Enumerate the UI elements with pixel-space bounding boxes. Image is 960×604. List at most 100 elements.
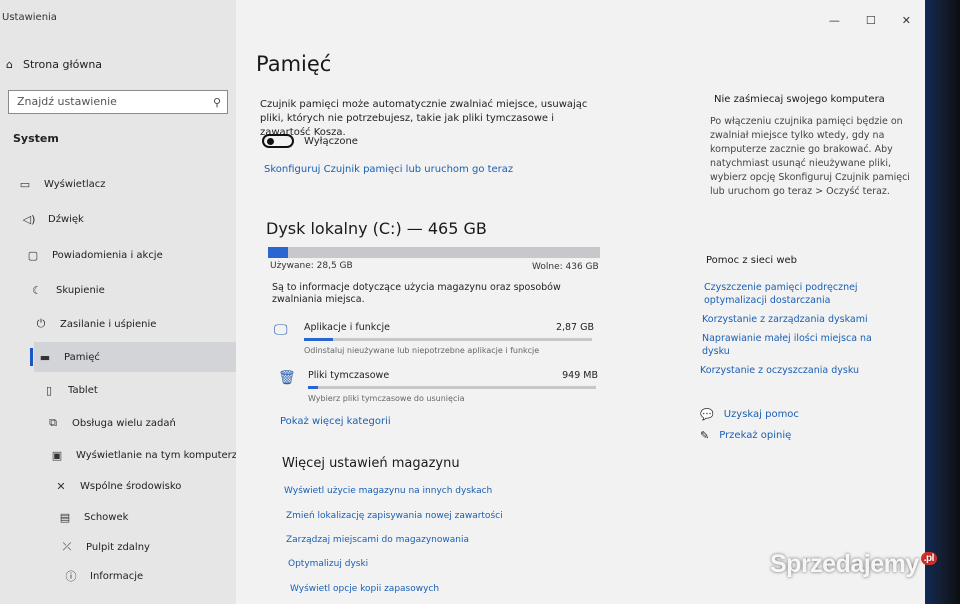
sidebar-item-label: Zasilanie i uśpienie xyxy=(60,318,157,330)
sidebar-item-label: Obsługa wielu zadań xyxy=(72,417,176,429)
page-title: Pamięć xyxy=(256,52,332,76)
clipboard-icon: ▤ xyxy=(59,510,71,524)
monitor-icon: ▭ xyxy=(19,177,31,191)
sidebar-item-power[interactable]: ⏻ Zasilanie i uśpienie xyxy=(34,309,157,339)
storage-sense-description: Czujnik pamięci może automatycznie zwaln… xyxy=(260,99,588,138)
sidebar-item-shared-experiences[interactable]: ✕ Wspólne środowisko xyxy=(54,471,181,501)
tablet-icon: ▯ xyxy=(45,383,53,397)
category-bar-fill xyxy=(304,338,333,341)
more-storage-settings-heading: Więcej ustawień magazynu xyxy=(282,456,460,471)
sidebar-item-label: Tablet xyxy=(68,384,98,396)
more-link-save-location[interactable]: Zmień lokalizację zapisywania nowej zawa… xyxy=(286,511,503,521)
notification-icon: ▢ xyxy=(27,248,39,262)
multitask-icon: ⧉ xyxy=(49,416,57,429)
disk-info-text: Są to informacje dotyczące użycia magazy… xyxy=(272,282,561,305)
home-label: Strona główna xyxy=(22,58,103,71)
category-bar xyxy=(308,386,596,389)
toggle-state-label: Wyłączone xyxy=(304,136,358,147)
configure-storage-sense-link[interactable]: Skonfiguruj Czujnik pamięci lub uruchom … xyxy=(264,164,513,175)
moon-icon: ☾ xyxy=(32,283,42,297)
disk-usage-fill xyxy=(268,247,289,258)
feedback-link[interactable]: ✎ Przekaż opinię xyxy=(700,429,791,442)
category-bar-fill xyxy=(308,386,319,389)
sidebar-item-label: Informacje xyxy=(90,570,144,582)
sidebar-item-label: Wspólne środowisko xyxy=(80,480,182,492)
sidebar-item-label: Pulpit zdalny xyxy=(86,541,150,553)
category-subtext: Odinstaluj nieużywane lub niepotrzebne a… xyxy=(304,346,540,355)
project-icon: ▣ xyxy=(51,448,63,462)
disk-usage-bar xyxy=(268,247,600,258)
home-link[interactable]: ⌂ Strona główna xyxy=(6,58,102,71)
category-size: 2,87 GB xyxy=(555,322,594,333)
feedback-icon: ✎ xyxy=(700,429,710,442)
feedback-label: Przekaż opinię xyxy=(719,430,792,441)
more-link-optimize-drives[interactable]: Optymalizuj dyski xyxy=(288,559,368,569)
get-help-label: Uzyskaj pomoc xyxy=(723,409,799,420)
sidebar: Ustawienia ⌂ Strona główna Znajdź ustawi… xyxy=(0,0,243,604)
sidebar-item-label: Pamięć xyxy=(64,351,100,363)
watermark: Sprzedajemy .pl xyxy=(770,550,937,579)
shared-icon: ✕ xyxy=(56,479,66,493)
search-input[interactable]: Znajdź ustawienie ⚲ xyxy=(8,90,228,114)
storage-sense-toggle[interactable] xyxy=(262,134,294,148)
close-icon[interactable]: ✕ xyxy=(902,14,911,27)
get-help-link[interactable]: 💬 Uzyskaj pomoc xyxy=(700,408,799,421)
sidebar-item-label: Wyświetlacz xyxy=(44,178,106,190)
category-name: Pliki tymczasowe xyxy=(308,370,390,381)
watermark-text: Sprzedajemy xyxy=(770,550,919,578)
web-link-disk-cleanup[interactable]: Korzystanie z oczyszczania dysku xyxy=(700,364,900,377)
monitor-bezel xyxy=(925,0,960,604)
more-link-other-drives[interactable]: Wyświetl użycie magazynu na innych dyska… xyxy=(284,486,492,496)
sidebar-item-display[interactable]: ▭ Wyświetlacz xyxy=(18,169,106,199)
web-help-title: Pomoc z sieci web xyxy=(706,255,798,266)
speaker-icon: ◁) xyxy=(22,212,36,226)
sidebar-item-label: Schowek xyxy=(84,511,129,523)
trash-icon: 🗑 xyxy=(278,370,296,386)
power-icon: ⏻ xyxy=(36,317,46,330)
sidebar-item-label: Dźwięk xyxy=(48,213,84,225)
web-link-delivery-cache[interactable]: Czyszczenie pamięci podręcznej optymaliz… xyxy=(704,281,874,307)
sidebar-item-label: Skupienie xyxy=(56,284,105,296)
disk-used-label: Używane: 28,5 GB xyxy=(270,261,353,271)
section-heading-system: System xyxy=(13,132,59,145)
watermark-suffix: .pl xyxy=(920,552,937,565)
disk-free-label: Wolne: 436 GB xyxy=(532,262,599,272)
minimize-icon[interactable]: — xyxy=(829,14,840,27)
window-title: Ustawienia xyxy=(2,12,57,23)
tip-text: Po włączeniu czujnika pamięci będzie on … xyxy=(710,116,910,197)
info-icon: ⓘ xyxy=(65,570,77,583)
category-size: 949 MB xyxy=(562,370,598,381)
main-content: — ☐ ✕ Pamięć Czujnik pamięci może automa… xyxy=(236,0,925,604)
category-bar xyxy=(304,338,592,341)
sidebar-item-clipboard[interactable]: ▤ Schowek xyxy=(58,502,129,532)
sidebar-item-about[interactable]: ⓘ Informacje xyxy=(64,561,144,591)
settings-window: Ustawienia ⌂ Strona główna Znajdź ustawi… xyxy=(0,0,925,604)
sidebar-item-multitasking[interactable]: ⧉ Obsługa wielu zadań xyxy=(46,408,176,438)
category-name: Aplikacje i funkcje xyxy=(304,322,390,333)
sidebar-item-focus[interactable]: ☾ Skupienie xyxy=(30,275,105,305)
remote-desktop-icon: ⤫ xyxy=(62,540,72,553)
storage-icon: ▬ xyxy=(39,350,51,364)
tip-title: Nie zaśmiecaj swojego komputera xyxy=(714,94,885,105)
category-subtext: Wybierz pliki tymczasowe do usunięcia xyxy=(308,394,465,403)
sidebar-item-notifications[interactable]: ▢ Powiadomienia i akcje xyxy=(26,240,163,270)
search-placeholder: Znajdź ustawienie xyxy=(17,95,117,108)
more-link-storage-spaces[interactable]: Zarządzaj miejscami do magazynowania xyxy=(286,535,469,545)
sidebar-item-remote-desktop[interactable]: ⤫ Pulpit zdalny xyxy=(60,532,150,562)
maximize-icon[interactable]: ☐ xyxy=(866,14,876,27)
sidebar-item-sound[interactable]: ◁) Dźwięk xyxy=(22,204,84,234)
sidebar-item-tablet[interactable]: ▯ Tablet xyxy=(42,375,98,405)
search-icon[interactable]: ⚲ xyxy=(213,96,221,109)
show-more-categories-link[interactable]: Pokaż więcej kategorii xyxy=(280,416,391,427)
sidebar-item-label: Powiadomienia i akcje xyxy=(52,249,163,261)
window-controls: — ☐ ✕ xyxy=(829,14,911,27)
web-link-disk-management[interactable]: Korzystanie z zarządzania dyskami xyxy=(702,313,902,326)
sidebar-item-storage[interactable]: ▬ Pamięć xyxy=(30,342,240,372)
sidebar-item-label: Wyświetlanie na tym komputerze xyxy=(76,449,244,461)
disk-title: Dysk lokalny (C:) — 465 GB xyxy=(266,219,487,238)
home-icon: ⌂ xyxy=(6,58,13,71)
more-link-backup-options[interactable]: Wyświetl opcje kopii zapasowych xyxy=(290,584,439,594)
web-link-low-disk-space[interactable]: Naprawianie małej ilości miejsca na dysk… xyxy=(702,332,872,358)
sidebar-item-projecting[interactable]: ▣ Wyświetlanie na tym komputerze xyxy=(50,440,243,470)
apps-icon: 🖵 xyxy=(274,322,288,338)
